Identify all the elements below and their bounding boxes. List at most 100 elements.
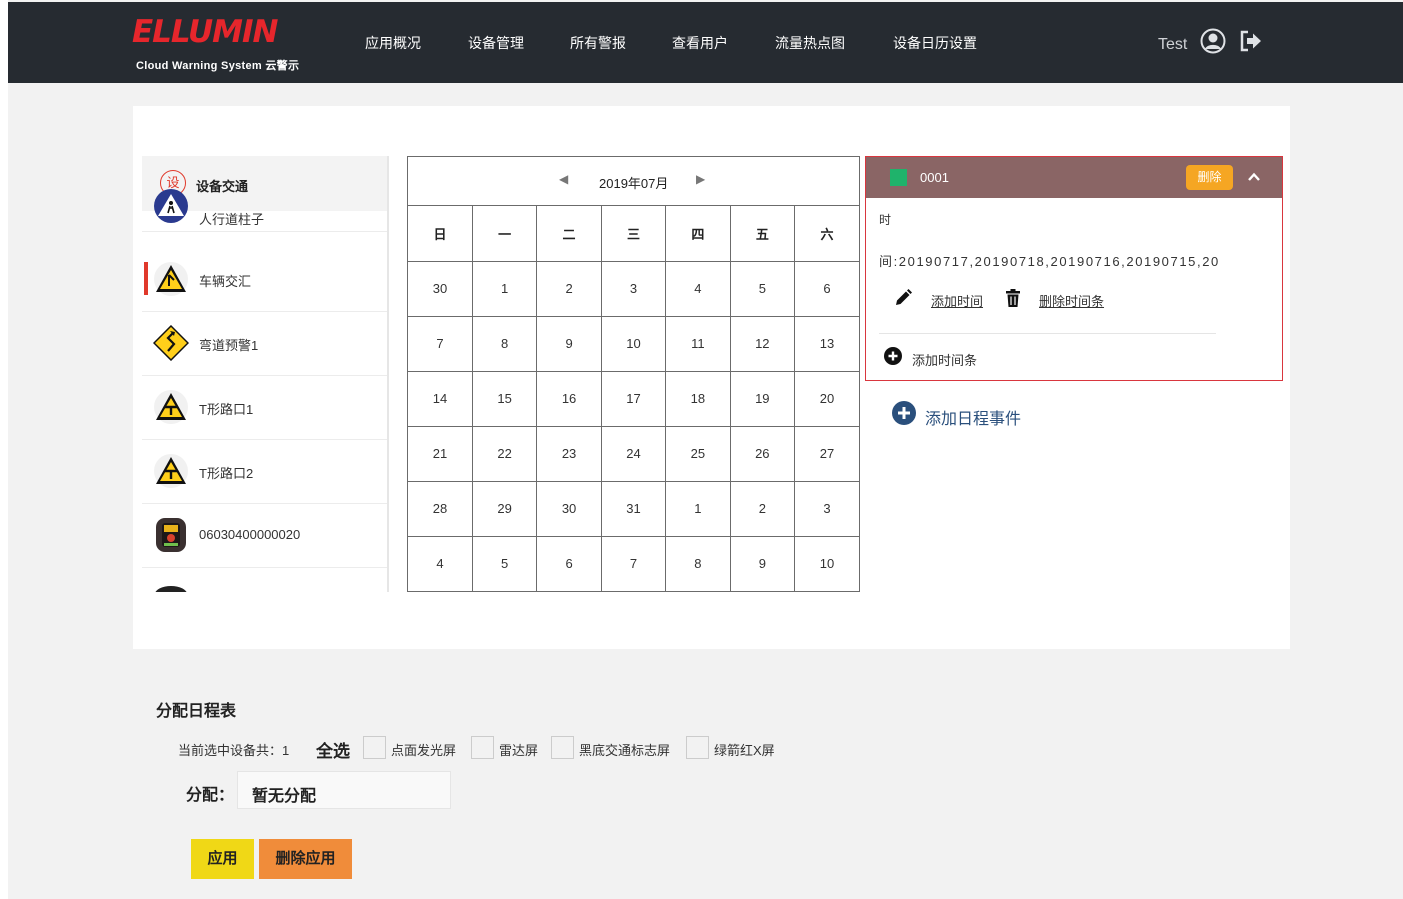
calendar-day[interactable]: 10 bbox=[600, 315, 667, 372]
nav-device-calendar-settings[interactable]: 设备日历设置 bbox=[893, 33, 977, 55]
weekday-thu: 四 bbox=[665, 206, 731, 262]
calendar-day[interactable]: 24 bbox=[600, 425, 667, 482]
calendar-day[interactable]: 31 bbox=[600, 480, 667, 537]
calendar-grid: 日 一 二 三 四 五 六 30 1 2 3 4 5 6 7 8 9 10 11 12 13 14 15 16 1… bbox=[408, 206, 859, 591]
schedule-event-panel: 0001 删除 时 间:20190717,20190718,20190716,2… bbox=[865, 156, 1283, 381]
checkbox-dot-surface-screen[interactable] bbox=[363, 736, 386, 759]
device-item[interactable]: T形路口2 bbox=[142, 440, 387, 504]
calendar-day[interactable]: 30 bbox=[536, 480, 602, 537]
nav-all-alarms[interactable]: 所有警报 bbox=[570, 33, 626, 55]
calendar-day[interactable]: 30 bbox=[408, 260, 473, 317]
calendar-day[interactable]: 6 bbox=[536, 535, 602, 591]
calendar-day[interactable]: 1 bbox=[471, 260, 538, 317]
select-all-button[interactable]: 全选 bbox=[316, 737, 350, 762]
divider bbox=[879, 333, 1216, 334]
checkbox-label: 绿箭红X屏 bbox=[714, 743, 775, 758]
add-time-link[interactable]: 添加时间 bbox=[931, 291, 983, 310]
calendar-day[interactable]: 10 bbox=[794, 535, 859, 591]
device-list-panel: 设 设备交通 人行道柱子 车辆交汇 弯道预警1 T形路口1 T形路口2 0603… bbox=[142, 156, 389, 592]
calendar-day[interactable]: 3 bbox=[600, 260, 667, 317]
user-circle-icon[interactable] bbox=[1200, 28, 1226, 54]
user-name[interactable]: Test bbox=[1158, 36, 1187, 54]
plus-circle-icon[interactable] bbox=[892, 401, 916, 425]
logo-text: ELLUMIN bbox=[132, 14, 278, 50]
calendar-day[interactable]: 21 bbox=[408, 425, 473, 482]
checkbox-green-arrow-red-x-screen[interactable] bbox=[686, 736, 709, 759]
assign-value: 暂无分配 bbox=[252, 788, 317, 805]
calendar-day[interactable]: 4 bbox=[408, 535, 473, 591]
device-item[interactable]: 06030400000020 bbox=[142, 504, 387, 568]
brand-logo[interactable]: ELLUMIN Cloud Warning System 云警示 bbox=[132, 14, 302, 74]
calendar-day[interactable]: 23 bbox=[536, 425, 602, 482]
logout-icon[interactable] bbox=[1238, 28, 1264, 54]
calendar-day[interactable]: 6 bbox=[794, 260, 859, 317]
calendar-day[interactable]: 15 bbox=[471, 370, 538, 427]
checkbox-radar-screen[interactable] bbox=[471, 736, 494, 759]
calendar-day[interactable]: 8 bbox=[665, 535, 731, 591]
calendar-day[interactable]: 7 bbox=[600, 535, 667, 591]
calendar-day[interactable]: 9 bbox=[536, 315, 602, 372]
t-junction-icon bbox=[154, 390, 188, 424]
calendar-day[interactable]: 17 bbox=[600, 370, 667, 427]
nav-view-users[interactable]: 查看用户 bbox=[672, 33, 728, 55]
curve-warning-icon bbox=[153, 325, 189, 361]
calendar-day[interactable]: 5 bbox=[471, 535, 538, 591]
caret-left-icon[interactable]: ◀ bbox=[559, 172, 568, 186]
checkbox-black-traffic-sign-screen[interactable] bbox=[551, 736, 574, 759]
calendar-week-row: 14 15 16 17 18 19 20 bbox=[408, 370, 859, 427]
calendar-day[interactable]: 7 bbox=[408, 315, 473, 372]
calendar-day[interactable]: 12 bbox=[729, 315, 796, 372]
calendar-day[interactable]: 20 bbox=[794, 370, 859, 427]
add-time-bar-link[interactable]: 添加时间条 bbox=[912, 350, 977, 369]
nav-app-overview[interactable]: 应用概况 bbox=[365, 33, 421, 55]
checkbox-label: 雷达屏 bbox=[499, 743, 539, 758]
device-item-selected[interactable]: 车辆交汇 bbox=[142, 248, 387, 312]
calendar-day[interactable]: 26 bbox=[729, 425, 796, 482]
apply-button[interactable]: 应用 bbox=[191, 839, 254, 879]
delete-time-bar-link[interactable]: 删除时间条 bbox=[1039, 291, 1104, 310]
remove-apply-button[interactable]: 删除应用 bbox=[259, 839, 352, 879]
calendar-day[interactable]: 4 bbox=[665, 260, 731, 317]
calendar-day[interactable]: 18 bbox=[665, 370, 731, 427]
chevron-up-icon[interactable] bbox=[1247, 170, 1261, 184]
trash-icon[interactable] bbox=[1003, 288, 1023, 308]
calendar-day[interactable]: 14 bbox=[408, 370, 473, 427]
pencil-icon[interactable] bbox=[893, 288, 913, 308]
calendar-day[interactable]: 3 bbox=[794, 480, 859, 537]
device-item[interactable]: T形路口1 bbox=[142, 376, 387, 440]
section-title: 分配日程表 bbox=[156, 703, 237, 720]
calendar-day[interactable]: 1 bbox=[665, 480, 731, 537]
add-schedule-event-link[interactable]: 添加日程事件 bbox=[925, 405, 1021, 429]
plus-circle-icon[interactable] bbox=[884, 347, 902, 365]
device-item[interactable]: 人行道柱子 bbox=[142, 189, 387, 232]
device-label: T形路口2 bbox=[199, 466, 254, 481]
nav-device-management[interactable]: 设备管理 bbox=[468, 33, 524, 55]
nav-traffic-heatmap[interactable]: 流量热点图 bbox=[775, 33, 845, 55]
calendar-day[interactable]: 13 bbox=[794, 315, 859, 372]
delete-event-button[interactable]: 删除 bbox=[1186, 165, 1233, 190]
event-color-swatch[interactable] bbox=[890, 169, 907, 186]
calendar-day[interactable]: 19 bbox=[729, 370, 796, 427]
calendar-day[interactable]: 29 bbox=[471, 480, 538, 537]
calendar-week-row: 28 29 30 31 1 2 3 bbox=[408, 480, 859, 537]
calendar-day[interactable]: 22 bbox=[471, 425, 538, 482]
calendar-day[interactable]: 16 bbox=[536, 370, 602, 427]
caret-right-icon[interactable]: ▶ bbox=[696, 172, 705, 186]
device-item[interactable]: 弯道预警1 bbox=[142, 312, 387, 376]
calendar-day[interactable]: 11 bbox=[665, 315, 731, 372]
calendar-day[interactable]: 2 bbox=[729, 480, 796, 537]
calendar-day[interactable]: 2 bbox=[536, 260, 602, 317]
led-board-icon bbox=[156, 518, 186, 552]
device-label: T形路口1 bbox=[199, 402, 254, 417]
device-label: 弯道预警1 bbox=[199, 338, 259, 353]
event-time-dates: 间:20190717,20190718,20190716,20190715,20 bbox=[879, 254, 1220, 269]
calendar-week-row: 4 5 6 7 8 9 10 bbox=[408, 535, 859, 591]
calendar-day[interactable]: 25 bbox=[665, 425, 731, 482]
calendar-day[interactable]: 9 bbox=[729, 535, 796, 591]
calendar-day[interactable]: 5 bbox=[729, 260, 796, 317]
weekday-mon: 一 bbox=[471, 206, 538, 262]
calendar-day[interactable]: 27 bbox=[794, 425, 859, 482]
calendar-day[interactable]: 28 bbox=[408, 480, 473, 537]
event-time-label: 时 bbox=[879, 213, 892, 227]
calendar-day[interactable]: 8 bbox=[471, 315, 538, 372]
